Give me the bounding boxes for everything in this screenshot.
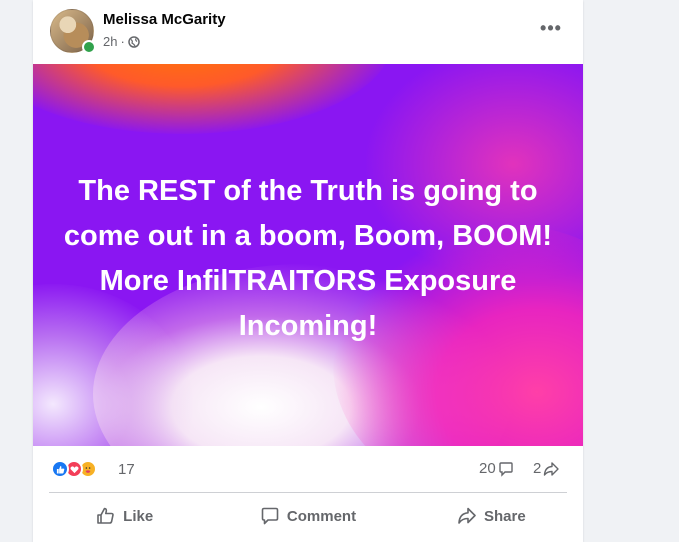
comment-count-link[interactable]: 20 [479,460,514,477]
reaction-count[interactable]: 17 [118,461,135,478]
thumbs-up-icon [97,507,114,524]
comment-count-icon [498,461,513,477]
more-dots-icon: ••• [540,17,562,38]
comment-count: 20 [479,460,496,477]
orange-glow [33,64,393,134]
share-label: Share [483,507,526,525]
share-count-icon [544,461,560,476]
like-button[interactable]: Like [33,493,216,539]
share-count-link[interactable]: 2 [533,460,560,477]
post-meta: 2h · [103,34,140,49]
post-header: Melissa McGarity 2h · ••• [33,0,583,64]
comment-icon [261,507,279,525]
share-button[interactable]: Share [400,493,583,539]
post-stats-bar: 17 20 2 [33,446,583,492]
post-timestamp[interactable]: 2h [103,34,117,49]
post-text: The REST of the Truth is going to come o… [63,175,553,342]
globe-icon[interactable] [128,35,140,48]
author-name[interactable]: Melissa McGarity [103,11,226,28]
like-icon[interactable] [51,460,69,478]
post-background-image[interactable]: The REST of the Truth is going to come o… [33,64,583,446]
share-count: 2 [533,460,542,477]
post-actions-bar: Like Comment Share [33,493,583,539]
comment-button[interactable]: Comment [216,493,399,539]
more-options-button[interactable]: ••• [535,14,567,42]
post-card: Melissa McGarity 2h · ••• The REST of th… [33,0,583,542]
like-label: Like [123,507,154,525]
meta-separator: · [120,34,125,49]
online-status-indicator [82,40,96,54]
share-icon [458,507,476,524]
comment-label: Comment [286,507,357,525]
